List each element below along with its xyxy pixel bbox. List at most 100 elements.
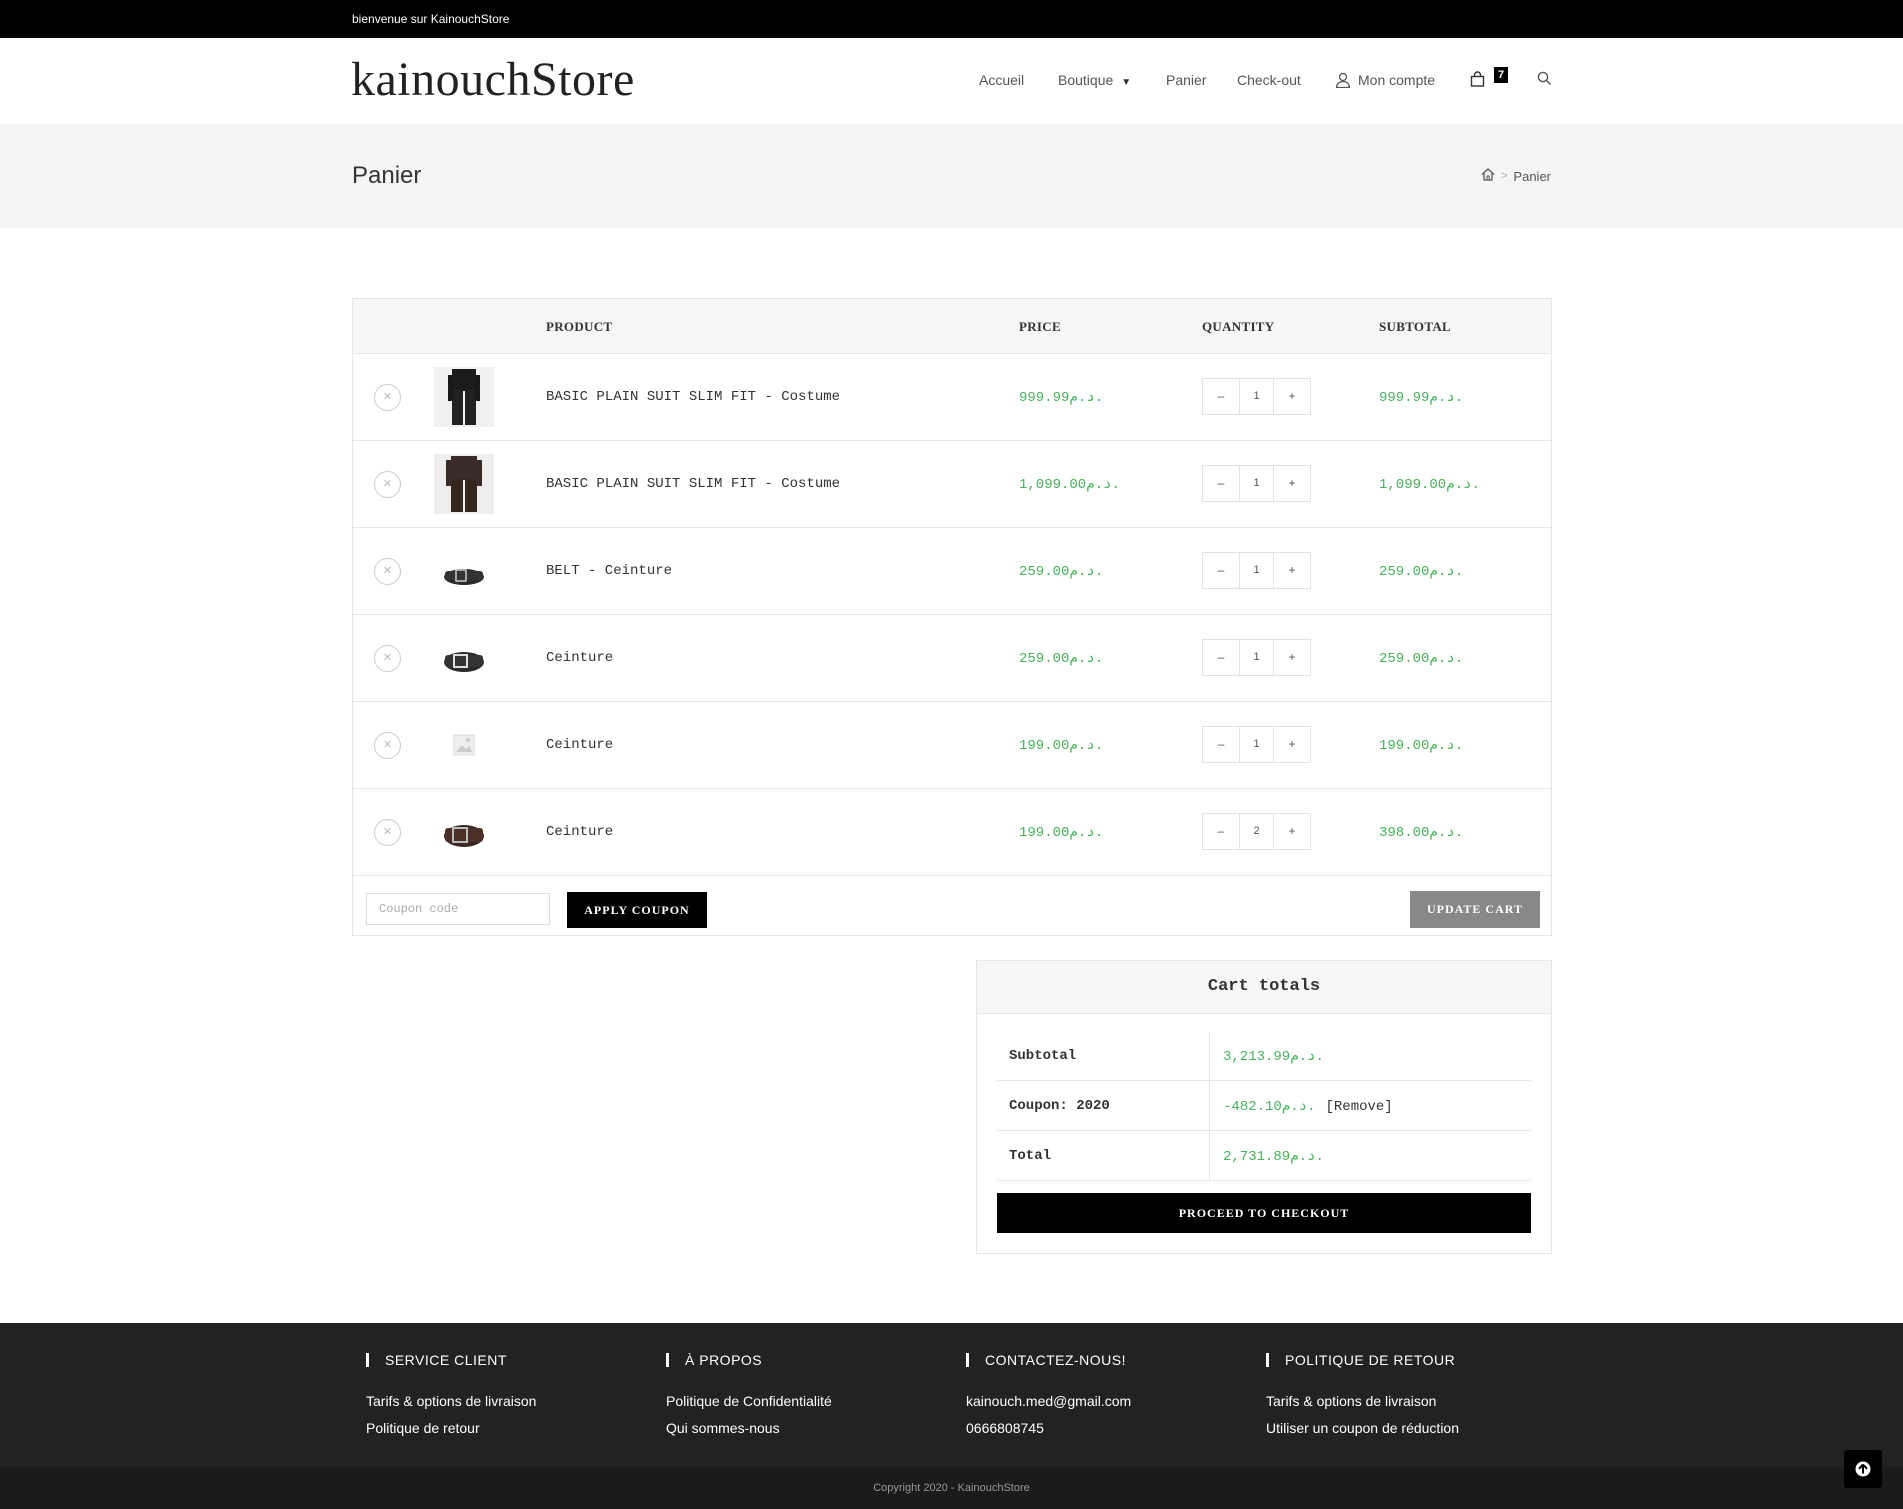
cart-totals-header: Cart totals (977, 961, 1551, 1014)
product-subtotal: 999.99د.م. (1379, 390, 1464, 406)
arrow-up-circle-icon (1855, 1461, 1871, 1477)
row-divider (1209, 1081, 1210, 1131)
remove-coupon-link[interactable]: [Remove] (1325, 1099, 1392, 1115)
product-subtotal: 199.00د.م. (1379, 738, 1464, 754)
footer-column: CONTACTEZ-NOUS! kainouch.med@gmail.com 0… (966, 1353, 1131, 1436)
row-divider (1209, 1131, 1210, 1181)
product-thumbnail[interactable] (434, 802, 494, 862)
quantity-increase-button[interactable]: + (1274, 814, 1310, 849)
footer-link[interactable]: Tarifs & options de livraison (366, 1393, 536, 1409)
footer-email-link[interactable]: kainouch.med@gmail.com (966, 1393, 1131, 1409)
footer-link[interactable]: Qui sommes-nous (666, 1420, 832, 1436)
nav-account[interactable]: Mon compte (1358, 72, 1435, 88)
remove-item-icon[interactable]: ✕ (374, 819, 401, 846)
shopping-bag-icon[interactable] (1470, 71, 1485, 90)
main-nav: Accueil Boutique ▼ Panier Check-out Mon c… (0, 68, 1903, 92)
column-subtotal: SUBTOTAL (1379, 319, 1452, 334)
apply-coupon-button[interactable]: APPLY COUPON (567, 892, 707, 928)
cart-badge-wrap: 7 (0, 38, 1903, 83)
product-name[interactable]: BASIC PLAIN SUIT SLIM FIT - Costume (546, 476, 840, 492)
quantity-decrease-button[interactable]: – (1203, 553, 1239, 588)
quantity-stepper: – 1 + (1202, 726, 1311, 763)
user-icon (1335, 72, 1351, 91)
footer-column: POLITIQUE DE RETOUR Tarifs & options de … (1266, 1353, 1459, 1436)
subtotal-value: 3,213.99د.م. (1223, 1049, 1324, 1065)
column-product: PRODUCT (546, 319, 613, 334)
page-title: Panier (352, 162, 422, 189)
copyright-text: Copyright 2020 - KainouchStore (873, 1482, 1030, 1494)
search-icon[interactable] (1537, 71, 1552, 89)
footer-link[interactable]: Politique de retour (366, 1420, 536, 1436)
product-price: 199.00د.م. (1019, 825, 1104, 841)
product-price: 999.99د.م. (1019, 390, 1104, 406)
quantity-input[interactable]: 1 (1239, 379, 1274, 414)
product-name[interactable]: Ceinture (546, 824, 613, 840)
quantity-input[interactable]: 1 (1239, 727, 1274, 762)
remove-item-icon[interactable]: ✕ (374, 384, 401, 411)
cart-row: ✕ BASIC PLAIN SUIT SLIM FIT - Costume 99… (353, 354, 1551, 441)
cart-row: ✕ Ceinture 259.00د.م. – 1 + 259.00د.م. (353, 615, 1551, 702)
quantity-decrease-button[interactable]: – (1203, 640, 1239, 675)
scroll-to-top-button[interactable] (1844, 1450, 1882, 1488)
coupon-label: Coupon: 2020 (1009, 1098, 1110, 1114)
product-name[interactable]: BASIC PLAIN SUIT SLIM FIT - Costume (546, 389, 840, 405)
quantity-stepper: – 1 + (1202, 552, 1311, 589)
subtotal-label: Subtotal (1009, 1048, 1077, 1064)
quantity-increase-button[interactable]: + (1274, 553, 1310, 588)
footer-heading: À PROPOS (666, 1353, 832, 1367)
quantity-stepper: – 2 + (1202, 813, 1311, 850)
breadcrumb-separator: > (1500, 170, 1508, 182)
remove-item-icon[interactable]: ✕ (374, 558, 401, 585)
quantity-input[interactable]: 1 (1239, 640, 1274, 675)
product-name[interactable]: Ceinture (546, 737, 613, 753)
proceed-to-checkout-button[interactable]: PROCEED TO CHECKOUT (997, 1193, 1531, 1233)
quantity-decrease-button[interactable]: – (1203, 727, 1239, 762)
product-price: 199.00د.م. (1019, 738, 1104, 754)
footer-link[interactable]: Utiliser un coupon de réduction (1266, 1420, 1459, 1436)
product-name[interactable]: BELT - Ceinture (546, 563, 672, 579)
footer-phone[interactable]: 0666808745 (966, 1420, 1131, 1436)
totals-row-subtotal: Subtotal 3,213.99د.م. (997, 1031, 1531, 1081)
quantity-increase-button[interactable]: + (1274, 466, 1310, 501)
quantity-stepper: – 1 + (1202, 378, 1311, 415)
remove-item-icon[interactable]: ✕ (374, 645, 401, 672)
footer-link[interactable]: Politique de Confidentialité (666, 1393, 832, 1409)
row-divider (1209, 1031, 1210, 1081)
quantity-increase-button[interactable]: + (1274, 379, 1310, 414)
update-cart-button[interactable]: UPDATE CART (1410, 891, 1540, 928)
image-placeholder-icon[interactable] (434, 715, 494, 775)
cart-totals-title: Cart totals (1207, 977, 1321, 996)
quantity-increase-button[interactable]: + (1274, 640, 1310, 675)
footer-heading: POLITIQUE DE RETOUR (1266, 1353, 1459, 1367)
product-thumbnail[interactable] (434, 367, 494, 427)
footer-link[interactable]: Tarifs & options de livraison (1266, 1393, 1459, 1409)
product-name[interactable]: Ceinture (546, 650, 613, 666)
nav-shop[interactable]: Boutique ▼ (1058, 72, 1131, 88)
footer-column: SERVICE CLIENT Tarifs & options de livra… (366, 1353, 536, 1436)
totals-row-coupon: Coupon: 2020 -482.10د.م. [Remove] (997, 1081, 1531, 1131)
nav-home[interactable]: Accueil (979, 72, 1024, 88)
footer-heading: SERVICE CLIENT (366, 1353, 536, 1367)
coupon-code-input[interactable] (366, 893, 550, 925)
product-thumbnail[interactable] (434, 454, 494, 514)
quantity-decrease-button[interactable]: – (1203, 814, 1239, 849)
nav-checkout[interactable]: Check-out (1237, 72, 1301, 88)
home-icon[interactable] (1481, 168, 1495, 184)
product-thumbnail[interactable] (434, 541, 494, 601)
quantity-decrease-button[interactable]: – (1203, 379, 1239, 414)
nav-cart[interactable]: Panier (1166, 72, 1206, 88)
quantity-increase-button[interactable]: + (1274, 727, 1310, 762)
copyright-bar: Copyright 2020 - KainouchStore (0, 1467, 1903, 1509)
remove-item-icon[interactable]: ✕ (374, 471, 401, 498)
remove-item-icon[interactable]: ✕ (374, 732, 401, 759)
cart-totals: Cart totals Subtotal 3,213.99د.م. Coupon… (976, 960, 1552, 1254)
quantity-input[interactable]: 1 (1239, 553, 1274, 588)
quantity-decrease-button[interactable]: – (1203, 466, 1239, 501)
product-subtotal: 1,099.00د.م. (1379, 477, 1480, 493)
footer-column: À PROPOS Politique de Confidentialité Qu… (666, 1353, 832, 1436)
quantity-input[interactable]: 1 (1239, 466, 1274, 501)
product-thumbnail[interactable] (434, 628, 494, 688)
quantity-input[interactable]: 2 (1239, 814, 1274, 849)
coupon-value-wrap: -482.10د.م. [Remove] (1223, 1098, 1393, 1115)
site-header: kainouchStore Accueil Boutique ▼ Panier C… (0, 38, 1903, 124)
